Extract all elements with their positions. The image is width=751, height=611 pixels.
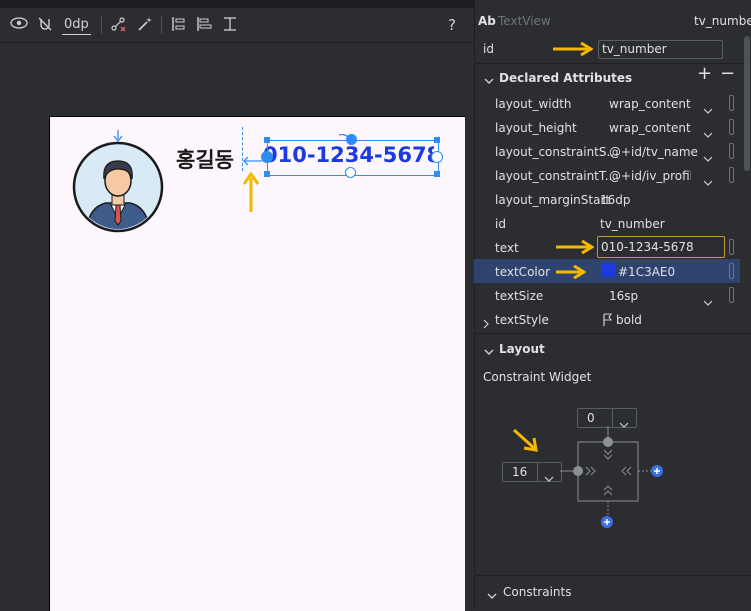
component-type: TextView [498, 14, 551, 28]
attr-value[interactable]: #1C3AE0 [618, 264, 675, 280]
attr-value[interactable]: @+id/tv_name [609, 144, 698, 160]
start-anchor-handle[interactable] [261, 151, 273, 163]
attr-value[interactable]: @+id/iv_profile [609, 168, 691, 184]
attr-name: layout_height [495, 121, 577, 135]
name-text[interactable]: 홍길동 [176, 144, 234, 174]
divider [474, 575, 751, 576]
guideline-dash [242, 127, 244, 171]
attr-marker [729, 239, 734, 255]
resize-handle[interactable] [264, 137, 270, 143]
attr-value[interactable]: wrap_content [609, 96, 691, 112]
start-margin-dropdown[interactable]: 16 [502, 462, 562, 482]
designer-toolbar: 0dp ? [0, 8, 474, 43]
attr-value[interactable]: 16sp [609, 288, 638, 304]
eye-icon[interactable] [10, 16, 28, 36]
id-label: id [483, 42, 494, 56]
attr-name: layout_marginStart [495, 193, 611, 207]
default-margin-selector[interactable]: 0dp [62, 16, 91, 35]
attr-name: layout_constraintT... [495, 169, 617, 183]
annotation-arrow-right [556, 264, 587, 283]
attr-marker [729, 167, 734, 183]
toolbar-divider [161, 16, 162, 34]
infer-constraints-icon[interactable] [137, 16, 153, 38]
resize-handle[interactable] [434, 171, 440, 177]
pack-icon[interactable] [170, 16, 186, 38]
chevron-down-icon[interactable] [703, 124, 713, 138]
attr-value[interactable]: tv_number [600, 216, 665, 232]
top-margin-value: 0 [587, 411, 595, 425]
attr-name: layout_width [495, 97, 572, 111]
attr-name: textColor [495, 265, 551, 279]
chevron-down-icon [544, 468, 554, 487]
chevron-down-icon[interactable] [484, 71, 494, 90]
component-id: tv_number [694, 14, 751, 28]
attr-value[interactable]: bold [616, 312, 642, 328]
dropdown-divider [612, 409, 613, 427]
text-value: 010-1234-5678 [601, 240, 694, 254]
canvas-scrollbar[interactable] [464, 43, 474, 610]
constraint-widget-label: Constraint Widget [483, 370, 592, 384]
attr-value[interactable]: 16dp [600, 192, 631, 208]
bottom-anchor-handle[interactable] [345, 167, 356, 178]
resize-handle[interactable] [264, 171, 270, 177]
toolbar-divider [101, 16, 102, 34]
clear-constraints-icon[interactable] [110, 16, 126, 38]
magnet-off-icon[interactable] [37, 16, 53, 38]
chevron-right-icon[interactable] [482, 314, 490, 333]
id-field-value: tv_number [602, 42, 667, 56]
constraint-widget-diagram[interactable] [560, 426, 670, 534]
chevron-down-icon[interactable] [703, 292, 713, 306]
chevron-down-icon[interactable] [703, 100, 713, 114]
constraints-section-title: Constraints [503, 585, 572, 599]
baseline-curve-icon [338, 126, 352, 145]
color-swatch[interactable] [601, 263, 615, 277]
constraint-anchor-icon [113, 127, 123, 146]
align-icon[interactable] [196, 16, 212, 38]
annotation-arrow-right [556, 239, 595, 258]
attr-value[interactable]: wrap_content [609, 120, 691, 136]
chevron-down-icon[interactable] [487, 586, 497, 605]
remove-attribute-button[interactable]: − [720, 65, 735, 83]
attr-marker [729, 287, 734, 303]
top-margin-dropdown[interactable]: 0 [577, 408, 637, 428]
start-constraint-icon [242, 152, 262, 171]
resize-handle[interactable] [434, 137, 440, 143]
flag-icon [603, 312, 613, 331]
attr-name: textStyle [495, 313, 549, 327]
declared-attributes-title: Declared Attributes [499, 71, 633, 85]
annotation-arrow-up [241, 171, 261, 216]
attr-marker [729, 263, 734, 279]
chevron-down-icon[interactable] [484, 342, 494, 361]
start-margin-value: 16 [512, 465, 528, 479]
chevron-down-icon[interactable] [703, 172, 713, 186]
layout-section-title: Layout [499, 342, 545, 356]
attr-name: id [495, 217, 506, 231]
text-value-field[interactable]: 010-1234-5678 [597, 236, 725, 258]
avatar[interactable] [72, 141, 164, 237]
panel-scrollbar[interactable] [744, 36, 750, 171]
annotation-arrow-right [553, 41, 594, 60]
attr-marker [729, 119, 734, 135]
attr-marker [729, 143, 734, 159]
attr-name: layout_constraintS... [495, 145, 618, 159]
attr-marker [729, 95, 734, 111]
annotation-arrow-down-right [512, 428, 540, 458]
textview-icon: Ab [478, 14, 496, 28]
help-icon[interactable]: ? [448, 16, 456, 34]
divider [474, 333, 751, 334]
add-attribute-button[interactable]: + [697, 65, 712, 83]
guidelines-icon[interactable] [222, 16, 238, 38]
end-anchor-handle[interactable] [431, 151, 443, 163]
attr-name: text [495, 241, 519, 255]
id-field[interactable]: tv_number [598, 40, 723, 59]
dropdown-divider [537, 463, 538, 481]
chevron-down-icon[interactable] [703, 148, 713, 162]
attr-name: textSize [495, 289, 544, 303]
